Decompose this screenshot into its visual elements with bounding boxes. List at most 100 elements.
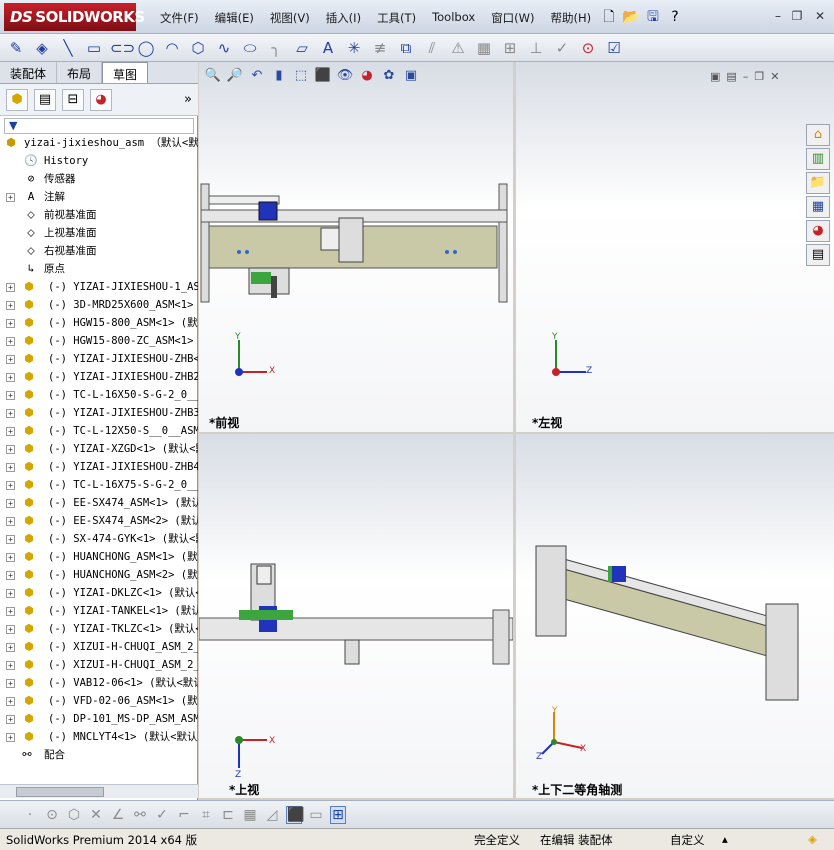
- expand-toggle-icon[interactable]: +: [6, 733, 15, 742]
- new-document-icon[interactable]: 🗋: [600, 8, 618, 26]
- menu-insert[interactable]: 插入(I): [318, 10, 369, 26]
- tree-item-component[interactable]: + ⬢ (-) YIZAI-DKLZC<1> (默认<: [0, 584, 198, 602]
- expand-toggle-icon[interactable]: +: [6, 427, 15, 436]
- tree-item-component[interactable]: + ⬢ (-) YIZAI-TANKEL<1> (默认<: [0, 602, 198, 620]
- point-tool-icon[interactable]: ·: [22, 807, 38, 823]
- tab-sketch[interactable]: 草图: [102, 62, 149, 83]
- zoom-to-fit-icon[interactable]: 🔍: [204, 68, 222, 83]
- tree-item-component[interactable]: + ⬢ (-) TC-L-16X50-S-G-2_0__AS: [0, 386, 198, 404]
- tree-item-component[interactable]: + ⬢ (-) HUANCHONG_ASM<1> (默认: [0, 548, 198, 566]
- ellipse-icon[interactable]: ⬭: [240, 39, 260, 57]
- tree-item-component[interactable]: + ⬢ (-) HGW15-800-ZC_ASM<1> (: [0, 332, 198, 350]
- expand-panel-icon[interactable]: »: [184, 92, 192, 107]
- save-icon[interactable]: 🖫: [644, 8, 662, 26]
- display-style-icon[interactable]: ⬛: [314, 68, 332, 83]
- spline-icon[interactable]: ∿: [214, 39, 234, 57]
- slot-icon[interactable]: ⊂⊃: [110, 39, 135, 57]
- design-library-icon[interactable]: ▥: [806, 148, 830, 170]
- expand-toggle-icon[interactable]: +: [6, 499, 15, 508]
- notification-tag-icon[interactable]: ◈: [808, 832, 817, 846]
- tree-item-component[interactable]: + ⬢ (-) TC-L-12X50-S__0__ASM<: [0, 422, 198, 440]
- expand-toggle-icon[interactable]: +: [6, 625, 15, 634]
- tree-item-component[interactable]: + ⬢ (-) YIZAI-JIXIESHOU-1_ASM<: [0, 278, 198, 296]
- sketch-icon[interactable]: ✎: [6, 39, 26, 57]
- tree-item-component[interactable]: + ⬢ (-) YIZAI-JIXIESHOU-ZHB4<: [0, 458, 198, 476]
- previous-view-icon[interactable]: ↶: [248, 68, 266, 83]
- single-view-icon[interactable]: ▭: [308, 807, 324, 823]
- appearances-icon[interactable]: ◕: [806, 220, 830, 242]
- status-units[interactable]: 自定义: [670, 832, 705, 848]
- scrollbar-thumb[interactable]: [16, 787, 104, 797]
- smart-dimension-icon[interactable]: ◈: [32, 39, 52, 57]
- minimize-window-icon[interactable]: –: [770, 9, 786, 23]
- rectangle-icon[interactable]: ▭: [84, 39, 104, 57]
- menu-help[interactable]: 帮助(H): [543, 10, 600, 26]
- edit-appearance-icon[interactable]: ◕: [358, 68, 376, 83]
- tree-item-component[interactable]: + ⬢ (-) DP-101_MS-DP_ASM_ASM<: [0, 710, 198, 728]
- tree-item-component[interactable]: + ⬢ (-) YIZAI-TKLZC<1> (默认<: [0, 620, 198, 638]
- rapid-sketch-icon[interactable]: ☑: [604, 39, 624, 57]
- solidworks-resources-icon[interactable]: ⌂: [806, 124, 830, 146]
- units-menu-arrow-icon[interactable]: ▴: [722, 832, 728, 846]
- display-manager-icon[interactable]: ◕: [90, 88, 112, 111]
- expand-toggle-icon[interactable]: +: [6, 301, 15, 310]
- tree-item-origin[interactable]: ↳ 原点: [0, 260, 198, 278]
- arc-icon[interactable]: ◠: [162, 39, 182, 57]
- snap-tool-icon[interactable]: ⌗: [198, 807, 214, 823]
- tree-item-component[interactable]: + ⬢ (-) VFD-02-06_ASM<1> (默认: [0, 692, 198, 710]
- polygon-icon[interactable]: ⬡: [188, 39, 208, 57]
- viewport-top[interactable]: X Z *上视: [199, 434, 513, 798]
- four-view-icon[interactable]: ⊞: [330, 805, 346, 824]
- configuration-manager-icon[interactable]: ⊟: [62, 88, 84, 111]
- shaded-view-icon[interactable]: ⬛: [286, 805, 304, 824]
- expand-toggle-icon[interactable]: +: [6, 463, 15, 472]
- feature-manager-icon[interactable]: ⬢: [6, 88, 28, 111]
- grid-tool-icon[interactable]: ▦: [242, 807, 258, 823]
- angle-tool-icon[interactable]: ∠: [110, 807, 126, 823]
- menu-window[interactable]: 窗口(W): [483, 10, 542, 26]
- expand-toggle-icon[interactable]: +: [6, 517, 15, 526]
- expand-toggle-icon[interactable]: +: [6, 715, 15, 724]
- tree-item-component[interactable]: + ⬢ (-) EE-SX474_ASM<1> (默认: [0, 494, 198, 512]
- tree-item-component[interactable]: + ⬢ (-) YIZAI-JIXIESHOU-ZHB<1>: [0, 350, 198, 368]
- cross-tool-icon[interactable]: ✕: [88, 807, 104, 823]
- expand-toggle-icon[interactable]: +: [6, 571, 15, 580]
- view-palette-icon[interactable]: ▦: [806, 196, 830, 218]
- tree-filter[interactable]: ▼: [4, 118, 194, 134]
- tree-item-component[interactable]: + ⬢ (-) YIZAI-JIXIESHOU-ZHB3<: [0, 404, 198, 422]
- file-explorer-icon[interactable]: 📁: [806, 172, 830, 194]
- expand-toggle-icon[interactable]: +: [6, 193, 15, 202]
- expand-toggle-icon[interactable]: +: [6, 391, 15, 400]
- text-icon[interactable]: A: [318, 39, 338, 57]
- tree-item-component[interactable]: + ⬢ (-) MNCLYT4<1> (默认<默认: [0, 728, 198, 746]
- expand-toggle-icon[interactable]: +: [6, 643, 15, 652]
- view-orientation-icon[interactable]: ⬚: [292, 68, 310, 83]
- expand-toggle-icon[interactable]: +: [6, 679, 15, 688]
- polygon-tool-icon[interactable]: ⬡: [66, 807, 82, 823]
- hide-show-items-icon[interactable]: 👁: [336, 68, 354, 83]
- tree-item-sensors[interactable]: ⊘ 传感器: [0, 170, 198, 188]
- circle-icon[interactable]: ◯: [136, 39, 156, 57]
- plane-icon[interactable]: ▱: [292, 39, 312, 57]
- tree-item-component[interactable]: + ⬢ (-) YIZAI-XZGD<1> (默认<默: [0, 440, 198, 458]
- expand-toggle-icon[interactable]: +: [6, 481, 15, 490]
- expand-toggle-icon[interactable]: +: [6, 607, 15, 616]
- menu-toolbox[interactable]: Toolbox: [424, 10, 483, 26]
- tree-item-component[interactable]: + ⬢ (-) 3D-MRD25X600_ASM<1> (: [0, 296, 198, 314]
- expand-toggle-icon[interactable]: +: [6, 445, 15, 454]
- repair-sketch-icon[interactable]: ✓: [552, 39, 572, 57]
- move-entities-icon[interactable]: ⊞: [500, 39, 520, 57]
- zoom-area-icon[interactable]: 🔎: [226, 68, 244, 83]
- solidworks-logo[interactable]: DS SOLIDWORKS: [4, 3, 145, 31]
- tree-item-component[interactable]: + ⬢ (-) TC-L-16X75-S-G-2_0__AS: [0, 476, 198, 494]
- tab-assembly[interactable]: 装配体: [0, 62, 58, 83]
- tree-item-component[interactable]: + ⬢ (-) HUANCHONG_ASM<2> (默认: [0, 566, 198, 584]
- menu-tools[interactable]: 工具(T): [369, 10, 424, 26]
- mirror-icon[interactable]: ⚠: [448, 39, 468, 57]
- section-view-icon[interactable]: ▮: [270, 68, 288, 83]
- menu-edit[interactable]: 编辑(E): [207, 10, 262, 26]
- tree-item-front-plane[interactable]: ⬦ 前视基准面: [0, 206, 198, 224]
- apply-scene-icon[interactable]: ✿: [380, 68, 398, 83]
- expand-toggle-icon[interactable]: +: [6, 697, 15, 706]
- expand-toggle-icon[interactable]: +: [6, 337, 15, 346]
